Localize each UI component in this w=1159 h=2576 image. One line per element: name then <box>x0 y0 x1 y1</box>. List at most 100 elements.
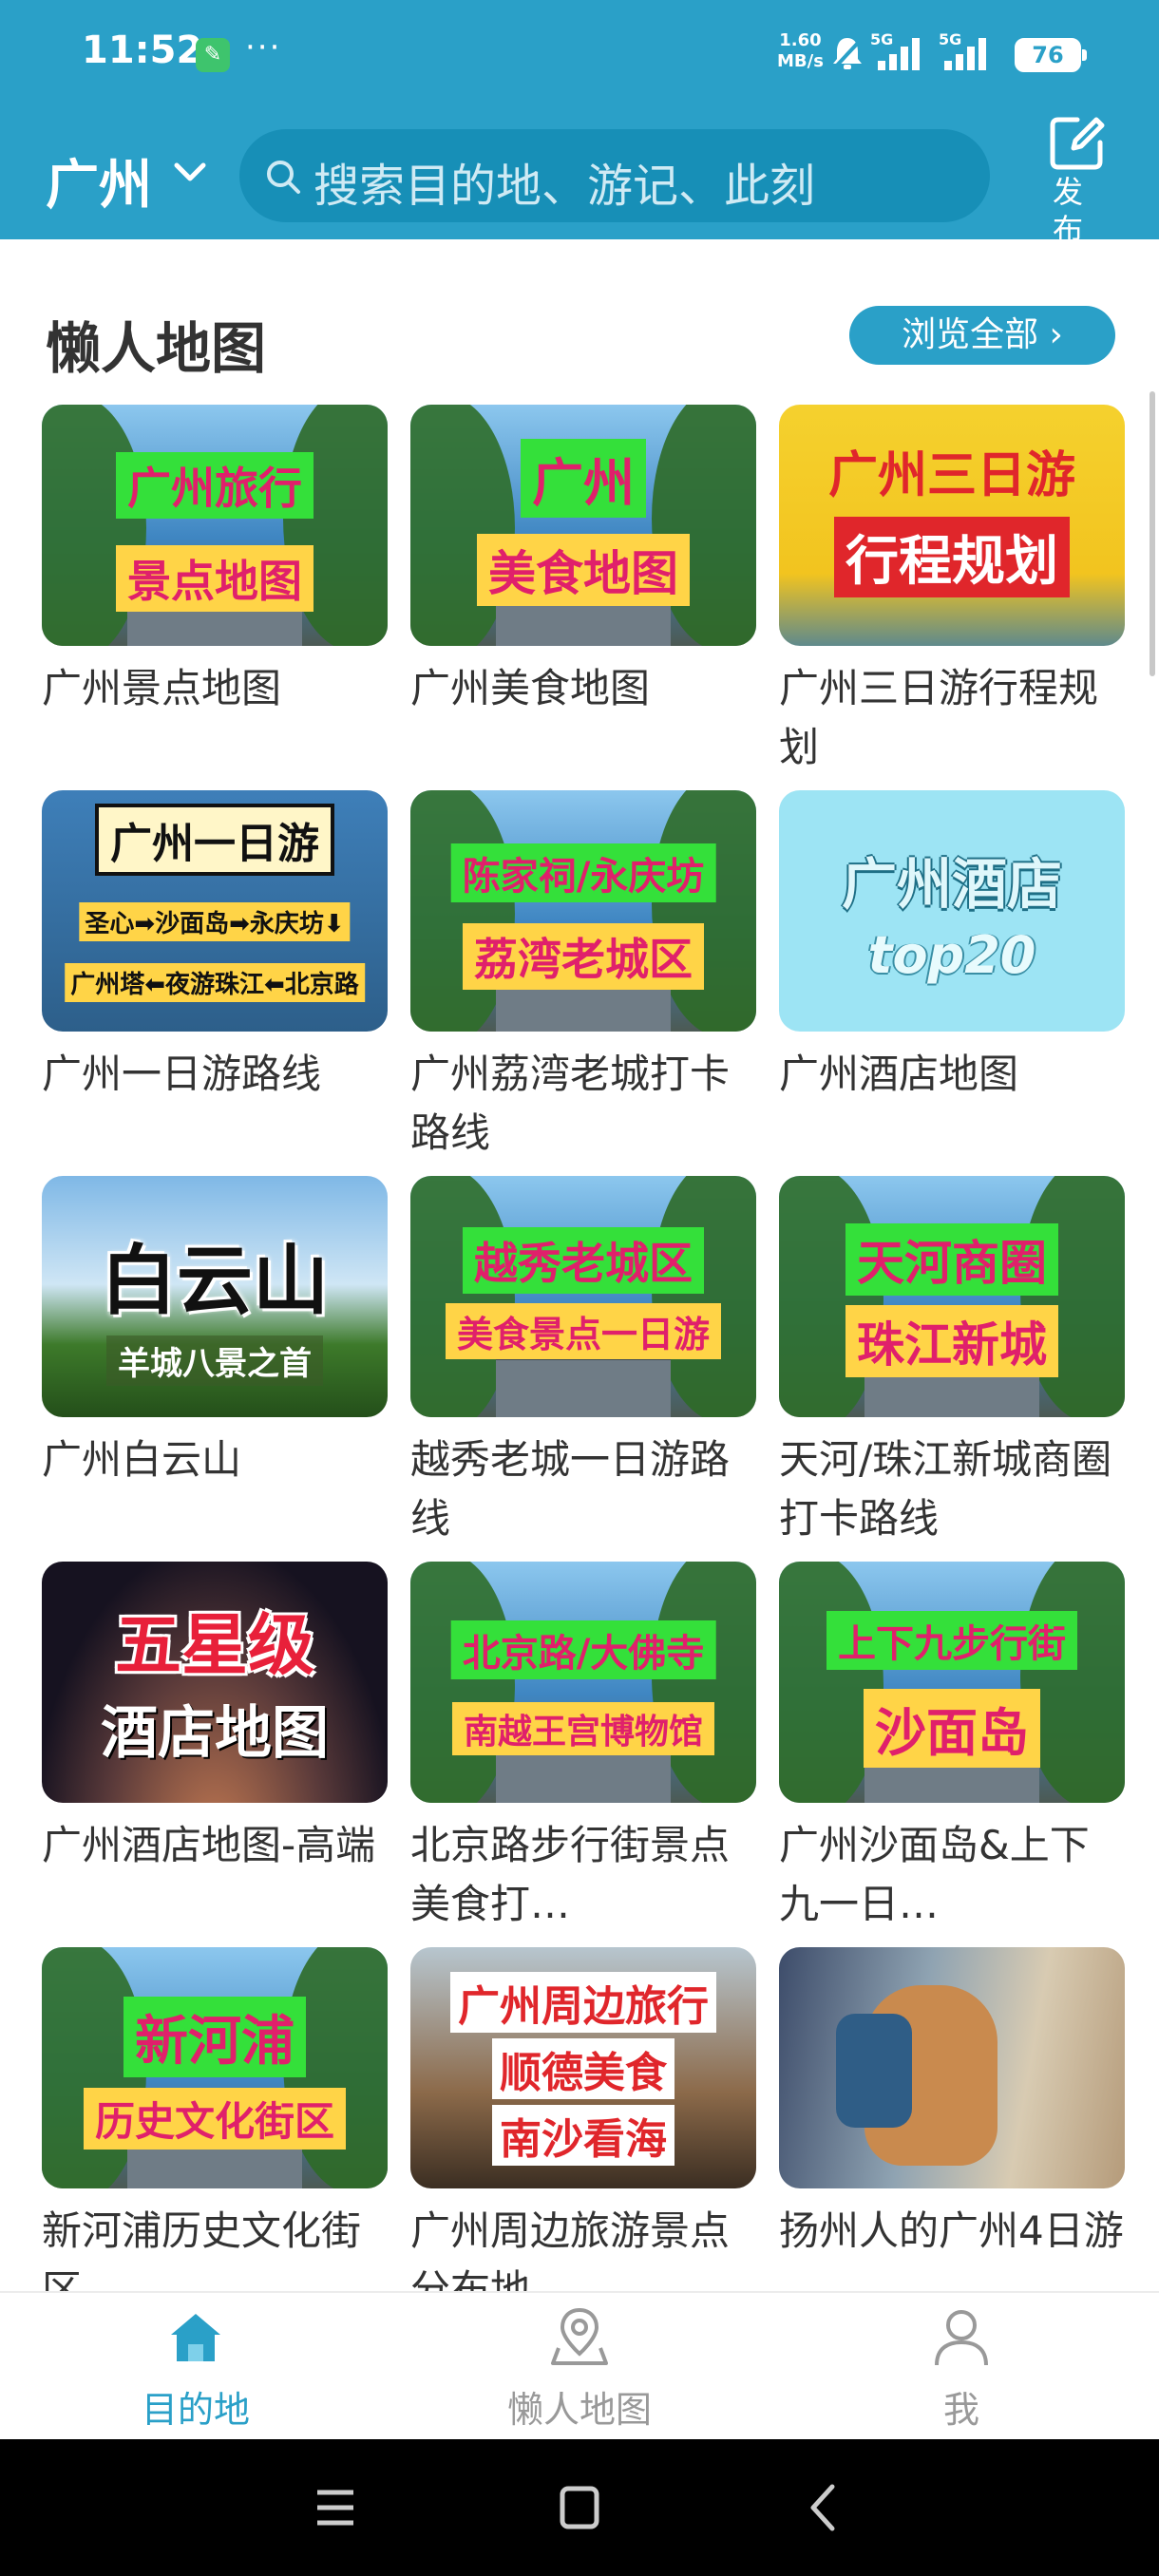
backpack-illustration <box>836 2014 912 2128</box>
map-card[interactable]: 越秀老城区 美食景点一日游 越秀老城一日游路线 <box>410 1176 756 1546</box>
card-title: 新河浦历史文化街区 <box>42 2207 362 2291</box>
thumb-label: 圣心➡沙面岛➡永庆坊⬇ <box>79 902 351 941</box>
city-selector[interactable]: 广州 <box>46 142 152 219</box>
thumb-label: 行程规划 <box>834 517 1070 597</box>
card-thumbnail: 新河浦 历史文化街区 <box>42 1947 388 2188</box>
thumb-label: 沙面岛 <box>864 1689 1040 1768</box>
nav-label: 我 <box>942 2389 979 2431</box>
back-icon[interactable] <box>804 2479 842 2536</box>
nav-lazy-map[interactable]: 懒人地图 <box>437 2293 722 2441</box>
thumb-label: 景点地图 <box>116 545 314 612</box>
app-notification-icon: ✎ <box>196 38 230 72</box>
card-title: 广州酒店地图-高端 <box>42 1822 376 1868</box>
main-content: 懒人地图 浏览全部 › 广州旅行 景点地图 广州景点地图 广州 美食地图 广州美… <box>0 239 1159 2291</box>
thumb-label: 南越王宫博物馆 <box>451 1702 715 1755</box>
thumb-label: 美食景点一日游 <box>445 1303 722 1359</box>
home-button-icon[interactable] <box>557 2479 602 2536</box>
profile-icon <box>935 2310 988 2366</box>
net-speed-unit: MB/s <box>777 51 824 71</box>
status-time: 11:52 <box>82 28 203 72</box>
card-thumbnail: 广州周边旅行 顺德美食 南沙看海 <box>410 1947 756 2188</box>
map-card[interactable]: 广州周边旅行 顺德美食 南沙看海 广州周边旅游景点分布地… <box>410 1947 756 2291</box>
thumb-label: 广州三日游 <box>827 447 1076 504</box>
nav-me[interactable]: 我 <box>819 2293 1104 2441</box>
card-thumbnail: 五星级 酒店地图 <box>42 1562 388 1803</box>
thumb-label: 广州周边旅行 <box>450 1972 716 2033</box>
card-title: 广州白云山 <box>42 1436 242 1483</box>
thumb-label: 酒店地图 <box>101 1700 329 1767</box>
map-card[interactable]: 新河浦 历史文化街区 新河浦历史文化街区 <box>42 1947 388 2291</box>
card-title: 广州美食地图 <box>410 665 651 711</box>
home-icon <box>171 2314 220 2361</box>
thumb-label: 广州一日游 <box>95 804 334 876</box>
card-thumbnail: 越秀老城区 美食景点一日游 <box>410 1176 756 1417</box>
card-thumbnail: 广州旅行 景点地图 <box>42 405 388 646</box>
more-notifications-icon: ··· <box>245 28 282 66</box>
thumb-label: 越秀老城区 <box>463 1227 704 1294</box>
card-thumbnail: 广州 美食地图 <box>410 405 756 646</box>
thumb-label: 陈家祠/永庆坊 <box>450 843 716 902</box>
card-title: 扬州人的广州4日游 <box>779 2207 1124 2254</box>
card-thumbnail: 天河商圈 珠江新城 <box>779 1176 1125 1417</box>
nav-destination[interactable]: 目的地 <box>53 2293 338 2441</box>
battery-indicator: 76 <box>1015 38 1087 72</box>
thumb-label: 顺德美食 <box>492 2038 674 2099</box>
map-card[interactable]: 广州旅行 景点地图 广州景点地图 <box>42 405 388 775</box>
map-card[interactable]: 白云山 羊城八景之首 广州白云山 <box>42 1176 388 1546</box>
top-bar: 11:52 ✎ ··· 1.60 MB/s 5G 5G 76 广州 搜索目的地、… <box>0 0 1159 239</box>
thumb-label: 历史文化街区 <box>83 2088 347 2150</box>
status-bar: 11:52 ✎ ··· 1.60 MB/s 5G 5G 76 <box>0 0 1159 114</box>
thumb-label: 天河商圈 <box>846 1223 1058 1296</box>
map-card[interactable]: 陈家祠/永庆坊 荔湾老城区 广州荔湾老城打卡路线 <box>410 790 756 1161</box>
card-title: 天河/珠江新城商圈打卡路线 <box>779 1436 1112 1542</box>
card-title: 广州周边旅游景点分布地… <box>410 2207 731 2291</box>
search-row: 广州 搜索目的地、游记、此刻 发布 <box>0 114 1159 239</box>
thumb-label: 珠江新城 <box>846 1305 1058 1377</box>
search-placeholder: 搜索目的地、游记、此刻 <box>314 160 816 213</box>
card-thumbnail <box>779 1947 1125 2188</box>
thumb-label: 北京路/大佛寺 <box>450 1620 716 1679</box>
map-card[interactable]: 广州酒店 top20 广州酒店地图 <box>779 790 1125 1161</box>
map-card[interactable]: 扬州人的广州4日游 <box>779 1947 1125 2291</box>
nav-label: 懒人地图 <box>506 2389 652 2431</box>
card-title: 越秀老城一日游路线 <box>410 1436 731 1542</box>
thumb-label: 新河浦 <box>124 1997 306 2077</box>
search-input[interactable]: 搜索目的地、游记、此刻 <box>239 129 990 222</box>
nav-label: 目的地 <box>141 2389 250 2431</box>
map-card[interactable]: 广州三日游 行程规划 广州三日游行程规划 <box>779 405 1125 775</box>
bell-mute-icon <box>832 38 863 70</box>
card-title: 广州三日游行程规划 <box>779 665 1099 770</box>
menu-icon[interactable] <box>314 2479 357 2536</box>
card-title: 广州一日游路线 <box>42 1051 322 1097</box>
browse-all-button[interactable]: 浏览全部 › <box>849 306 1115 365</box>
thumb-label: 上下九步行街 <box>826 1611 1077 1670</box>
map-card[interactable]: 广州 美食地图 广州美食地图 <box>410 405 756 775</box>
map-card[interactable]: 五星级 酒店地图 广州酒店地图-高端 <box>42 1562 388 1932</box>
signal-icon <box>944 38 986 70</box>
map-card[interactable]: 广州一日游 圣心➡沙面岛➡永庆坊⬇ 广州塔⬅夜游珠江⬅北京路 广州一日游路线 <box>42 790 388 1161</box>
thumb-label: 羊城八景之首 <box>106 1335 323 1386</box>
thumb-label: 白云山 <box>101 1237 329 1325</box>
map-card[interactable]: 上下九步行街 沙面岛 广州沙面岛&上下九一日… <box>779 1562 1125 1932</box>
card-thumbnail: 广州三日游 行程规划 <box>779 405 1125 646</box>
card-thumbnail: 广州酒店 top20 <box>779 790 1125 1032</box>
thumb-label: 五星级 <box>115 1606 314 1684</box>
net-speed-value: 1.60 <box>779 30 822 50</box>
signal-icon <box>878 38 920 70</box>
card-thumbnail: 陈家祠/永庆坊 荔湾老城区 <box>410 790 756 1032</box>
map-card[interactable]: 北京路/大佛寺 南越王宫博物馆 北京路步行街景点美食打… <box>410 1562 756 1932</box>
thumb-label: 南沙看海 <box>492 2105 674 2166</box>
chevron-down-icon[interactable] <box>171 158 209 186</box>
net-speed: 1.60 MB/s <box>777 30 824 72</box>
map-pin-icon <box>551 2307 608 2365</box>
card-thumbnail: 北京路/大佛寺 南越王宫博物馆 <box>410 1562 756 1803</box>
thumb-label: 美食地图 <box>477 534 690 606</box>
card-thumbnail: 广州一日游 圣心➡沙面岛➡永庆坊⬇ 广州塔⬅夜游珠江⬅北京路 <box>42 790 388 1032</box>
scrollbar[interactable] <box>1150 391 1155 676</box>
system-navigation-bar <box>0 2439 1159 2576</box>
card-title: 广州酒店地图 <box>779 1051 1019 1097</box>
map-card[interactable]: 天河商圈 珠江新城 天河/珠江新城商圈打卡路线 <box>779 1176 1125 1546</box>
thumb-label: 广州 <box>521 439 646 518</box>
card-title: 北京路步行街景点美食打… <box>410 1822 731 1927</box>
publish-button[interactable]: 发布 <box>1041 114 1117 239</box>
